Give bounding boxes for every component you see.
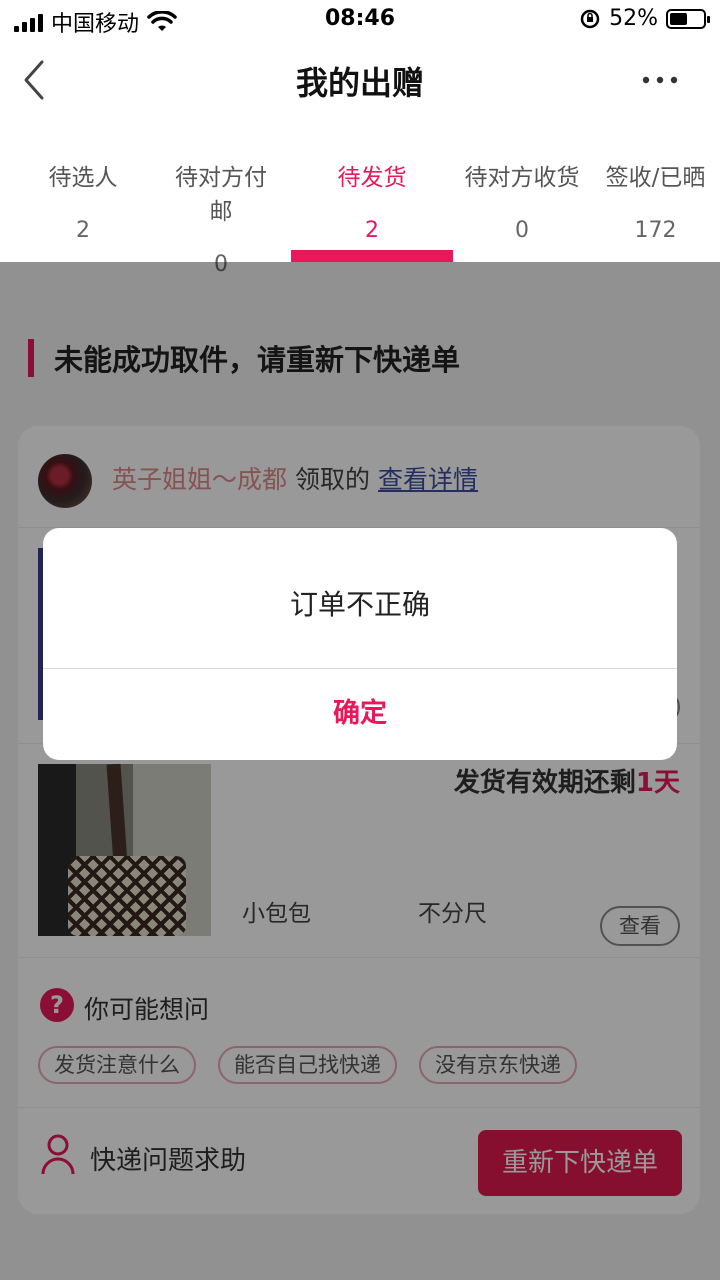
status-tabs: 待选人 2 待对方付邮 0 待发货 2 待对方收货 0 签收/已晒 172 <box>0 122 720 277</box>
tab-label: 待对方收货 <box>464 165 580 191</box>
tab-pending-ship[interactable]: 待发货 2 <box>291 122 453 262</box>
alert-dialog: 订单不正确 确定 <box>43 528 677 760</box>
confirm-button[interactable]: 确定 <box>43 669 677 760</box>
tab-label: 待发货 <box>337 165 407 191</box>
status-right: 52% <box>579 6 710 31</box>
battery-level <box>670 12 687 25</box>
battery-percent: 52% <box>609 6 658 31</box>
status-bar: 中国移动 08:46 52% <box>0 0 720 40</box>
tab-label: 待对方付邮 <box>175 165 267 225</box>
tab-count: 0 <box>515 218 529 243</box>
active-tab-indicator <box>291 250 453 262</box>
page-title: 我的出赠 <box>295 64 424 102</box>
rotation-lock-icon <box>580 9 600 28</box>
tab-received[interactable]: 签收/已晒 172 <box>591 122 720 262</box>
tab-count: 2 <box>76 218 90 243</box>
tab-pending-select[interactable]: 待选人 2 <box>0 122 166 262</box>
tab-pending-postage[interactable]: 待对方付邮 0 <box>166 122 276 277</box>
nav-bar: 我的出赠 <box>0 40 720 122</box>
tab-pending-receive[interactable]: 待对方收货 0 <box>453 122 591 262</box>
tab-count: 2 <box>365 218 379 243</box>
tab-count: 172 <box>634 218 677 243</box>
modal-overlay[interactable] <box>0 262 720 1280</box>
tab-label: 签收/已晒 <box>605 165 706 191</box>
battery-icon <box>666 8 710 29</box>
more-dots-icon[interactable] <box>640 60 680 100</box>
tab-label: 待选人 <box>48 165 118 191</box>
dialog-message: 订单不正确 <box>289 588 430 621</box>
